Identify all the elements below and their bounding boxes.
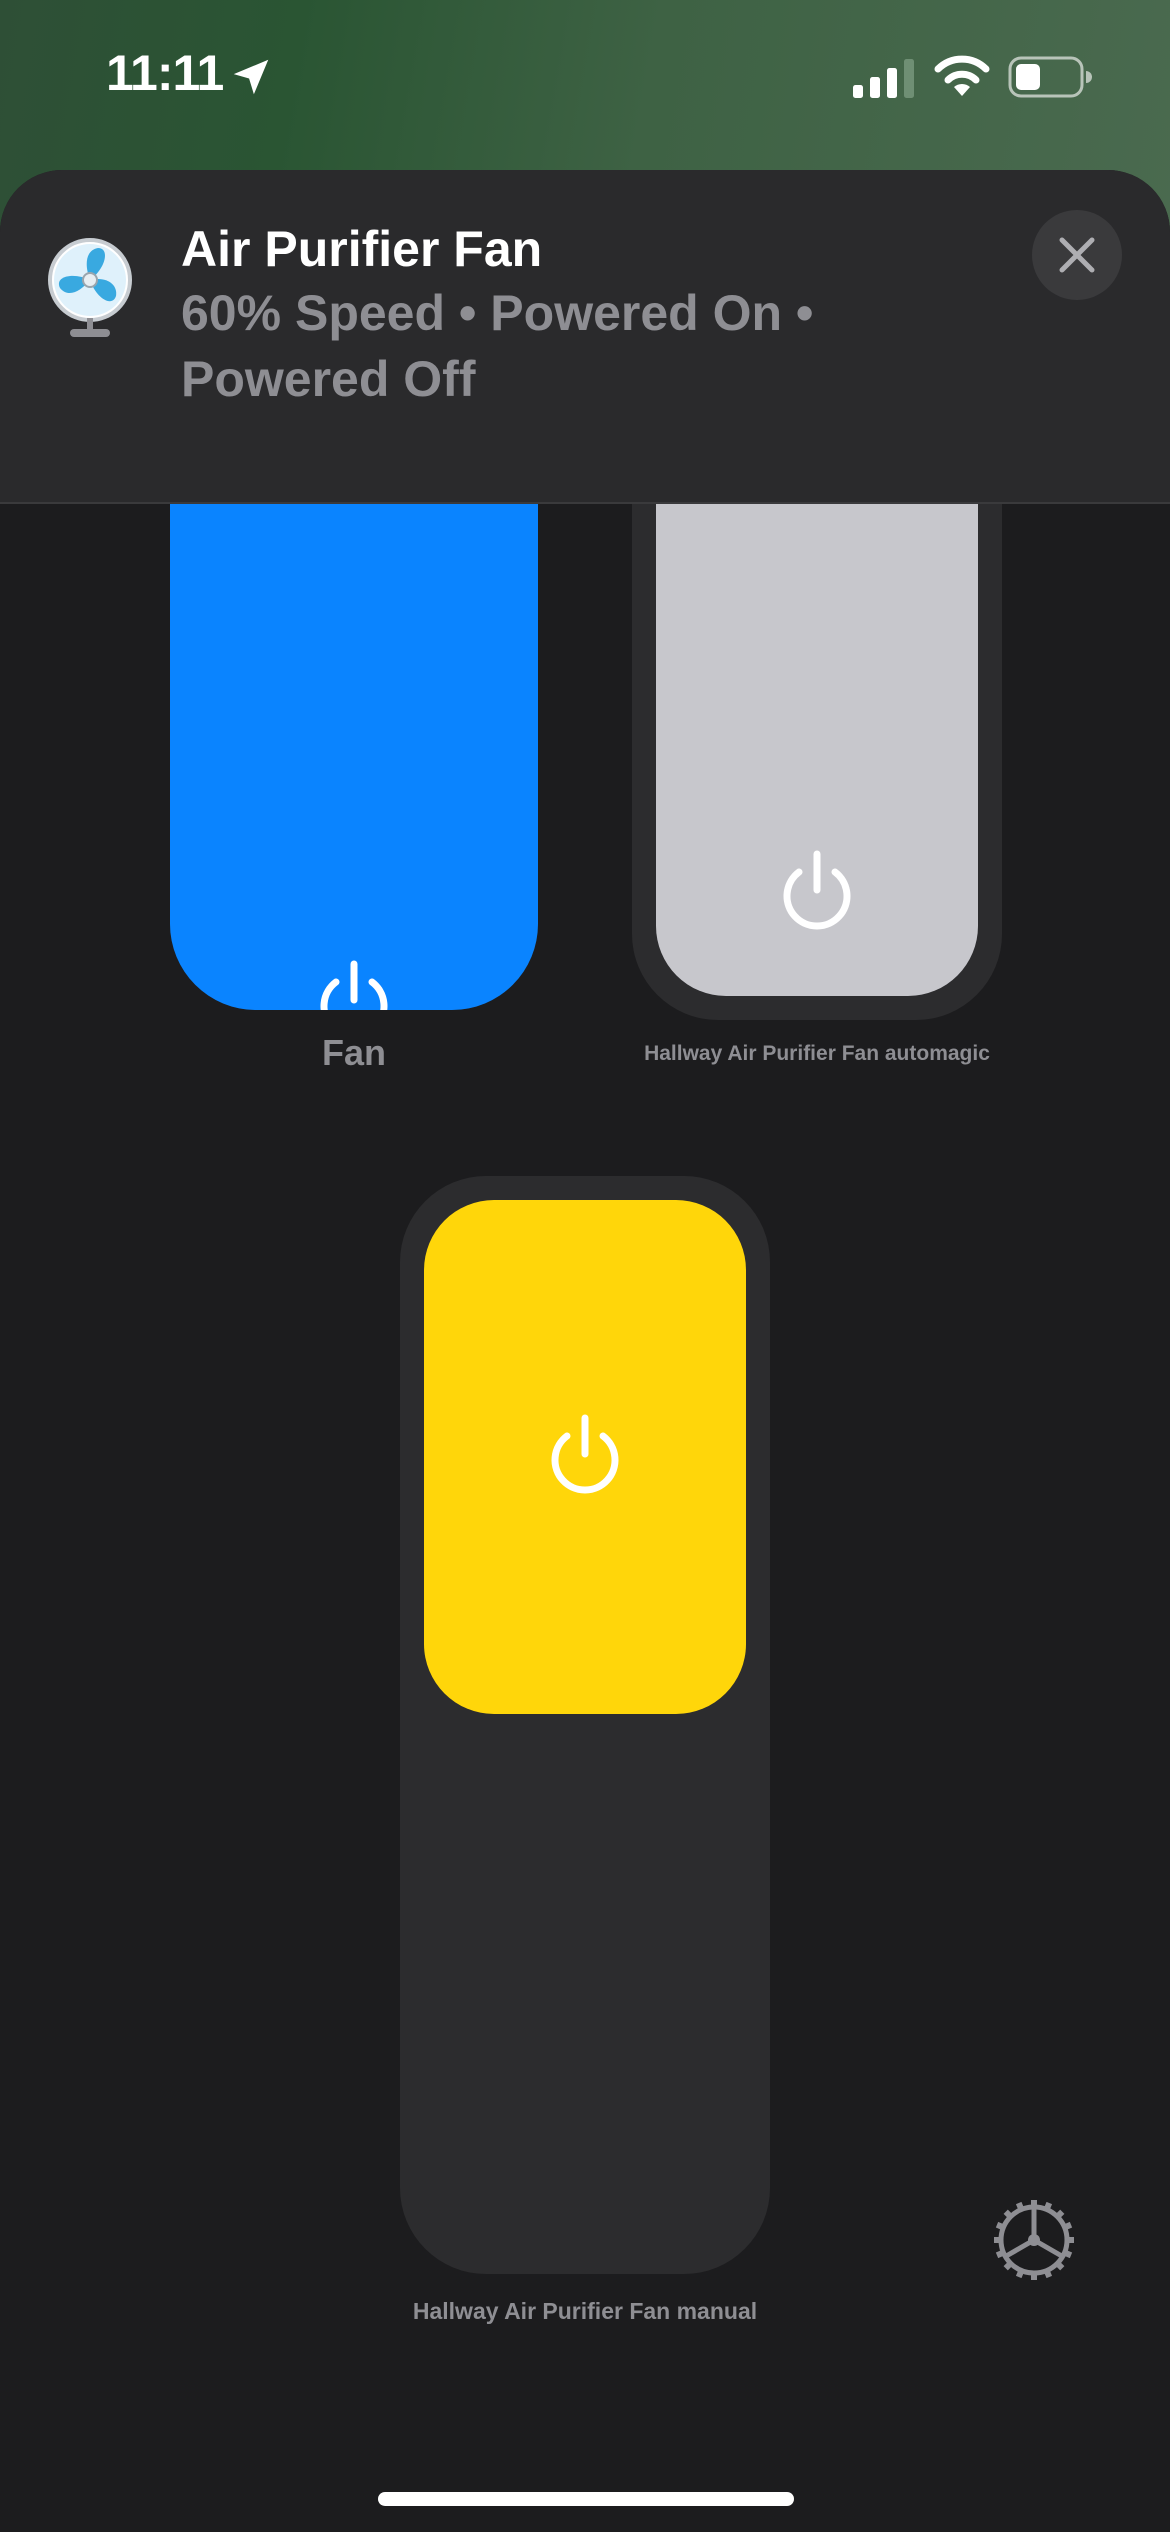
status-time: 11:11 [106,45,224,101]
automagic-tile-label: Hallway Air Purifier Fan automagic [644,1042,990,1065]
manual-tile[interactable] [400,1176,770,2274]
wifi-icon [934,55,990,96]
accessory-header: Air Purifier Fan 60% Speed • Powered On … [0,170,1170,504]
fan-icon [48,238,132,337]
power-icon [551,1414,619,1494]
close-icon [1059,237,1095,273]
cellular-signal-icon [853,59,914,98]
manual-tile-label: Hallway Air Purifier Fan manual [412,2298,758,2324]
accessory-sheet: Fan Hallway Air Purifier Fan automagic H… [0,170,1170,2532]
battery-icon [1008,56,1092,98]
fan-tile-label: Fan [321,1032,386,1073]
gear-icon[interactable] [990,2196,1078,2284]
status-bar: 11:11 [0,0,1170,160]
accessory-title: Air Purifier Fan [181,221,543,277]
power-icon [320,960,388,1010]
power-icon [783,850,851,930]
accessory-status: 60% Speed • Powered On • Powered Off [181,285,814,407]
close-button[interactable] [1032,210,1122,300]
home-indicator[interactable] [378,2492,794,2506]
location-arrow-icon [233,59,269,95]
